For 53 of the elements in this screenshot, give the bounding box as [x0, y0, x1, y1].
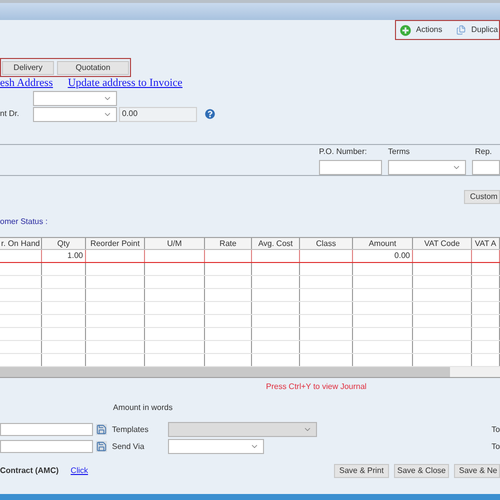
dropdown[interactable]: [33, 90, 117, 106]
toolbar-button[interactable]: Actions: [400, 24, 442, 36]
account-label: nt Dr.: [0, 108, 20, 120]
terms-label: Terms: [388, 146, 411, 158]
rep-field[interactable]: [472, 160, 500, 174]
amc-label: Contract (AMC): [0, 465, 59, 477]
chevron-down-icon: [250, 442, 259, 451]
address-link[interactable]: esh Address: [0, 75, 53, 92]
send-via-label: Send Via: [112, 440, 146, 452]
save-icon[interactable]: [96, 441, 107, 452]
address-link[interactable]: Update address to Invoice: [68, 75, 182, 92]
input-field[interactable]: [0, 423, 93, 436]
send-via-dropdown[interactable]: [168, 439, 264, 454]
toolbar-button[interactable]: Duplica: [456, 24, 498, 36]
grid-row[interactable]: 1.00 0.00: [0, 250, 500, 263]
column-header[interactable]: VAT Code: [413, 238, 472, 249]
amount-in-words-label: Amount in words: [113, 402, 173, 414]
help-icon[interactable]: [205, 109, 215, 119]
column-header[interactable]: Qty: [42, 238, 86, 249]
click-link[interactable]: Click: [70, 465, 88, 477]
templates-label: Templates: [112, 424, 150, 436]
save-button[interactable]: Save & Close: [394, 464, 449, 478]
chevron-down-icon: [303, 425, 312, 434]
scrollbar-thumb[interactable]: [0, 367, 450, 377]
column-header[interactable]: Reorder Point: [86, 238, 145, 249]
column-header[interactable]: VAT A: [472, 238, 500, 249]
column-header[interactable]: r. On Hand: [0, 238, 42, 249]
plus-icon: [400, 24, 411, 36]
journal-hint: Press Ctrl+Y to view Journal: [266, 380, 367, 392]
total-label: To: [492, 424, 500, 436]
rep-label: Rep.: [474, 146, 493, 158]
column-header[interactable]: Amount: [353, 238, 413, 249]
po-number-field[interactable]: [319, 160, 382, 174]
terms-dropdown[interactable]: [388, 160, 466, 174]
save-button[interactable]: Save & Print: [334, 464, 389, 478]
column-header[interactable]: Rate: [205, 238, 252, 249]
customer-status-label: omer Status :: [0, 216, 48, 228]
column-header[interactable]: U/M: [145, 238, 205, 249]
documents-icon: [456, 25, 466, 35]
grid-cell: 1.00: [42, 250, 86, 262]
account-dropdown[interactable]: [33, 106, 117, 122]
tab[interactable]: Quotation: [57, 60, 129, 74]
input-field[interactable]: [0, 440, 93, 453]
amount-field[interactable]: 0.00: [119, 106, 197, 122]
po-number-label: P.O. Number:: [319, 146, 368, 158]
total-label: To: [492, 440, 500, 452]
save-icon[interactable]: [96, 424, 107, 435]
custom-button[interactable]: Custom: [464, 190, 500, 204]
column-header[interactable]: Class: [300, 238, 353, 249]
tab[interactable]: Delivery: [2, 60, 54, 74]
column-header[interactable]: Avg. Cost: [252, 238, 300, 249]
save-button[interactable]: Save & Ne: [454, 464, 500, 478]
grid-cell: 0.00: [353, 250, 413, 262]
